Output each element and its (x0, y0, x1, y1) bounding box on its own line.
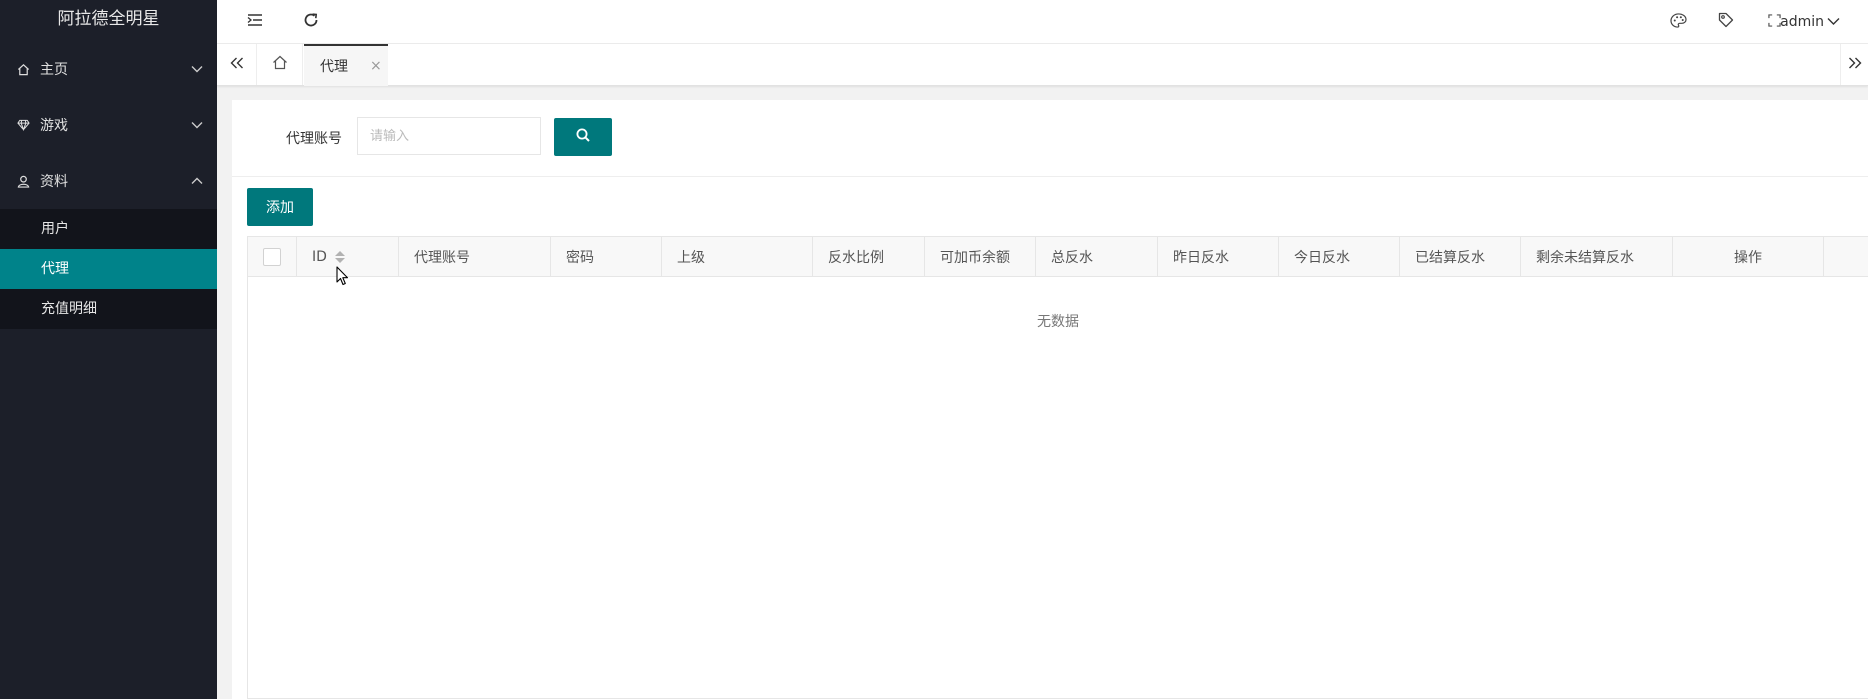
tabs-scroll-right-button[interactable] (1840, 44, 1868, 85)
sidebar-menu-label: 资料 (40, 174, 68, 190)
select-all-cell (248, 237, 297, 277)
username: admin (1780, 14, 1824, 30)
sidebar-item-users[interactable]: 用户 (0, 209, 217, 249)
refresh-button[interactable] (295, 0, 327, 44)
search-form: 代理账号 (232, 100, 1868, 177)
chevron-up-icon (191, 173, 203, 189)
empty-state-text: 无数据 (1037, 314, 1079, 330)
column-header-coin-balance: 可加币余额 (925, 237, 1036, 277)
column-header-yesterday-rebate: 昨日反水 (1158, 237, 1279, 277)
chevron-down-icon (191, 61, 203, 77)
search-icon (575, 127, 591, 147)
tabs-scroll-left-button[interactable] (217, 44, 257, 85)
tag-icon (1718, 12, 1734, 32)
tab-agents[interactable]: 代理 × (304, 44, 388, 86)
close-icon[interactable]: × (370, 58, 382, 74)
diamond-icon (16, 118, 30, 132)
sidebar-item-recharge-details[interactable]: 充值明细 (0, 289, 217, 329)
sidebar-menu-home[interactable]: 主页 (0, 41, 217, 97)
palette-icon (1669, 12, 1687, 32)
double-chevron-left-icon (230, 57, 244, 73)
search-label: 代理账号 (286, 131, 342, 147)
double-chevron-right-icon (1848, 57, 1862, 73)
sidebar-menu-profile[interactable]: 资料 (0, 153, 217, 209)
user-icon (16, 174, 30, 188)
tab-bar: 代理 × (217, 44, 1868, 86)
tag-button[interactable] (1710, 0, 1742, 44)
agents-table: ID 代理账号 密码 上级 反水比例 可加币余额 总反水 昨日反水 今日反水 已… (247, 236, 1868, 699)
home-icon (272, 55, 288, 74)
sidebar: 阿拉德全明星 主页 游戏 资料 用户 代理 充值明细 (0, 0, 217, 699)
sidebar-menu-label: 主页 (40, 62, 68, 78)
column-header-actions: 操作 (1673, 237, 1824, 277)
select-all-checkbox[interactable] (263, 248, 281, 266)
table-header: ID 代理账号 密码 上级 反水比例 可加币余额 总反水 昨日反水 今日反水 已… (248, 237, 1868, 277)
column-header-agent-account: 代理账号 (399, 237, 551, 277)
theme-button[interactable] (1662, 0, 1694, 44)
tab-label: 代理 (320, 59, 348, 75)
add-button[interactable]: 添加 (247, 188, 313, 226)
column-header-total-rebate: 总反水 (1036, 237, 1158, 277)
column-header-today-rebate: 今日反水 (1279, 237, 1400, 277)
user-menu[interactable]: admin (1780, 0, 1840, 44)
sidebar-item-agents[interactable]: 代理 (0, 249, 217, 289)
sidebar-menu-label: 游戏 (40, 118, 68, 134)
column-header-id[interactable]: ID (297, 237, 399, 277)
collapse-sidebar-button[interactable] (239, 0, 271, 44)
refresh-icon (303, 12, 319, 32)
chevron-down-icon (1827, 14, 1840, 30)
app-logo-title: 阿拉德全明星 (57, 9, 160, 29)
column-label: ID (312, 249, 327, 265)
tab-home[interactable] (258, 44, 303, 85)
sort-icon[interactable] (334, 251, 345, 263)
column-header-parent: 上级 (662, 237, 813, 277)
column-header-password: 密码 (551, 237, 662, 277)
column-header-rebate-ratio: 反水比例 (813, 237, 925, 277)
column-header-settled-rebate: 已结算反水 (1400, 237, 1521, 277)
column-header-unsettled-rebate: 剩余未结算反水 (1521, 237, 1673, 277)
indent-icon (247, 13, 263, 31)
sidebar-submenu: 用户 代理 充值明细 (0, 209, 217, 329)
top-header: admin (217, 0, 1868, 44)
agent-account-input[interactable] (357, 117, 541, 155)
search-button[interactable] (554, 118, 612, 156)
chevron-down-icon (191, 117, 203, 133)
main-content: 代理账号 添加 ID 代理账号 密码 上级 反水比例 可加币余额 总反水 昨日反… (232, 100, 1868, 699)
home-icon (16, 62, 30, 76)
sidebar-menu-game[interactable]: 游戏 (0, 97, 217, 153)
fullscreen-icon (1767, 13, 1781, 31)
